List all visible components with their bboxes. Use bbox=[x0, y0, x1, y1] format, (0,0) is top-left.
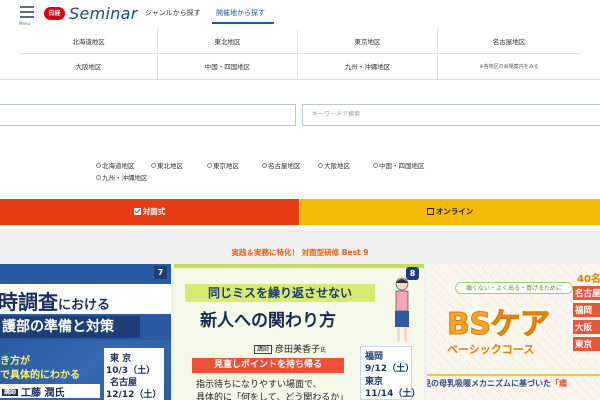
region-radio-chugoku-shikoku[interactable]: 中国・四国地区 bbox=[373, 160, 425, 170]
region-filter-radios: 北海道地区 東北地区 東京地区 名古屋地区 大阪地区 中国・四国地区 九州・沖縄… bbox=[96, 160, 456, 184]
hamburger-menu-button[interactable]: Menu bbox=[18, 4, 38, 26]
card-schedule-box: 福岡 9/12（土） 東京 11/14（土） bbox=[360, 346, 420, 400]
schedule-date: 9/12（土） bbox=[365, 364, 415, 374]
site-header: Menu 日経 Seminar ジャンルから探す 開催地から探す bbox=[0, 0, 600, 28]
radio-label: 北海道地区 bbox=[102, 162, 135, 170]
card-city-list: 名古屋 福岡 大阪 東京 bbox=[573, 286, 600, 354]
region-radio-nagoya[interactable]: 名古屋地区 bbox=[262, 160, 301, 170]
card-title: 時調査における bbox=[0, 290, 111, 314]
featured-seminars-section: 実践＆実務に特化！ 対面型研修 Best 9 時調査における 護部の準備と対策 … bbox=[0, 230, 600, 400]
radio-label: 名古屋地区 bbox=[268, 162, 301, 170]
search-bar: キーワードで検索 bbox=[0, 104, 600, 126]
card-schedule-box: 東 京 10/3（土） 名古屋 12/12（土） bbox=[104, 348, 164, 400]
menu-icon-bar bbox=[20, 6, 34, 8]
radio-circle-icon bbox=[262, 163, 267, 168]
city-tag: 東京 bbox=[573, 337, 600, 351]
checkbox-unchecked-icon bbox=[426, 208, 434, 215]
radio-label: 東北地区 bbox=[157, 162, 183, 170]
city-tag: 大阪 bbox=[573, 320, 600, 334]
region-link-kyushu-okinawa[interactable]: 九州・沖縄地区 bbox=[298, 55, 438, 79]
region-link-hokkaido[interactable]: 北海道地区 bbox=[20, 30, 158, 54]
region-radio-tokyo[interactable]: 東京地区 bbox=[207, 160, 239, 170]
region-radio-hokkaido[interactable]: 北海道地区 bbox=[96, 160, 135, 170]
radio-label: 中国・四国地区 bbox=[379, 162, 425, 170]
card-description-line: 具体的に「何をして、どう関わるか」 bbox=[196, 393, 349, 400]
card-subtitle: ベーシックコース bbox=[447, 343, 535, 356]
keyword-search-input[interactable]: キーワードで検索 bbox=[302, 104, 600, 126]
schedule-date: 11/14（土） bbox=[365, 389, 421, 399]
tab-search-by-genre[interactable]: ジャンルから探す bbox=[145, 8, 201, 18]
card-tagline-2: で具体的にわかる bbox=[0, 370, 80, 381]
card-subtitle: 護部の準備と対策 bbox=[0, 316, 140, 338]
radio-circle-icon bbox=[151, 163, 156, 168]
card-title: 新人への関わり方 bbox=[200, 311, 336, 331]
format-toggle-in-person[interactable]: 対面式 bbox=[0, 199, 299, 225]
region-radio-osaka[interactable]: 大阪地区 bbox=[318, 160, 350, 170]
region-link-tohoku[interactable]: 東北地区 bbox=[158, 30, 298, 54]
format-label-online: オンライン bbox=[435, 207, 474, 216]
city-tag: 福岡 bbox=[573, 303, 600, 317]
card-tagline-1: き方が bbox=[0, 356, 30, 367]
region-radio-tohoku[interactable]: 東北地区 bbox=[151, 160, 183, 170]
active-tab-indicator bbox=[212, 22, 274, 24]
region-link-osaka[interactable]: 大阪地区 bbox=[20, 55, 158, 79]
card-top-accent bbox=[174, 264, 424, 268]
tab-search-by-location[interactable]: 開催地から探す bbox=[216, 8, 265, 18]
region-link-chugoku-shikoku[interactable]: 中国・四国地区 bbox=[158, 55, 298, 79]
radio-circle-icon bbox=[373, 163, 378, 168]
region-link-tokyo[interactable]: 東京地区 bbox=[298, 30, 438, 54]
search-filter-box[interactable] bbox=[0, 104, 296, 126]
menu-icon-bar bbox=[20, 16, 34, 18]
person-illustration-icon bbox=[395, 277, 409, 341]
seminar-card-bs-care[interactable]: 痛くない・よく出る・寛げるために BSケア ベーシックコース 児の母乳吸啜メカニ… bbox=[427, 264, 600, 400]
radio-circle-icon bbox=[207, 163, 212, 168]
checkbox-checked-icon bbox=[133, 208, 141, 215]
featured-section-title: 実践＆実務に特化！ 対面型研修 Best 9 bbox=[231, 248, 369, 257]
card-highlight-pill: 見直しポイントを持ち帰る bbox=[192, 358, 344, 373]
card-title: BSケア bbox=[446, 307, 550, 343]
card-speaker: 講師 彦田美香子氏 bbox=[254, 342, 326, 355]
radio-label: 東京地区 bbox=[213, 162, 239, 170]
radio-circle-icon bbox=[318, 163, 323, 168]
card-ribbon: 痛くない・よく出る・寛げるために bbox=[455, 282, 573, 294]
city-tag: 名古屋 bbox=[573, 286, 600, 300]
format-toggle-online[interactable]: オンライン bbox=[300, 199, 600, 225]
card-description-line: 指示待ちになりやすい場面で、 bbox=[196, 380, 322, 390]
nikkei-logo-badge[interactable]: 日経 bbox=[44, 7, 65, 20]
radio-label: 九州・沖縄地区 bbox=[102, 174, 148, 182]
card-number-badge: 7 bbox=[154, 266, 167, 279]
schedule-date: 12/12（土） bbox=[106, 390, 162, 400]
card-number-badge: 8 bbox=[406, 267, 419, 280]
seminar-card-8[interactable]: 同じミスを繰り返させない 新人への関わり方 講師 彦田美香子氏 見直しポイントを持… bbox=[174, 264, 424, 400]
card-catchphrase: 同じミスを繰り返させない bbox=[185, 284, 375, 302]
card-speaker: 講師 工藤 潤氏 bbox=[0, 384, 100, 399]
card-capacity: 40名 bbox=[577, 274, 600, 285]
radio-circle-icon bbox=[96, 163, 101, 168]
menu-label: Menu bbox=[19, 21, 30, 26]
venue-guide-link[interactable]: ※各地区の会場案内をみる bbox=[438, 55, 580, 79]
region-dropdown-panel: 北海道地区 東北地区 東京地区 名古屋地区 大阪地区 中国・四国地区 九州・沖縄… bbox=[0, 30, 600, 80]
radio-circle-icon bbox=[96, 175, 101, 180]
region-link-nagoya[interactable]: 名古屋地区 bbox=[438, 30, 580, 54]
region-radio-kyushu-okinawa[interactable]: 九州・沖縄地区 bbox=[96, 172, 148, 182]
card-divider bbox=[427, 374, 600, 376]
site-logo-text[interactable]: Seminar bbox=[69, 4, 138, 23]
card-tagline: 児の母乳吸啜メカニズムに基づいた「痛 bbox=[427, 379, 567, 388]
menu-icon-bar bbox=[20, 11, 34, 13]
seminar-card-7[interactable]: 時調査における 護部の準備と対策 き方が で具体的にわかる 東 京 10/3（土… bbox=[0, 264, 171, 400]
format-label-in-person: 対面式 bbox=[142, 207, 166, 216]
radio-label: 大阪地区 bbox=[324, 162, 350, 170]
